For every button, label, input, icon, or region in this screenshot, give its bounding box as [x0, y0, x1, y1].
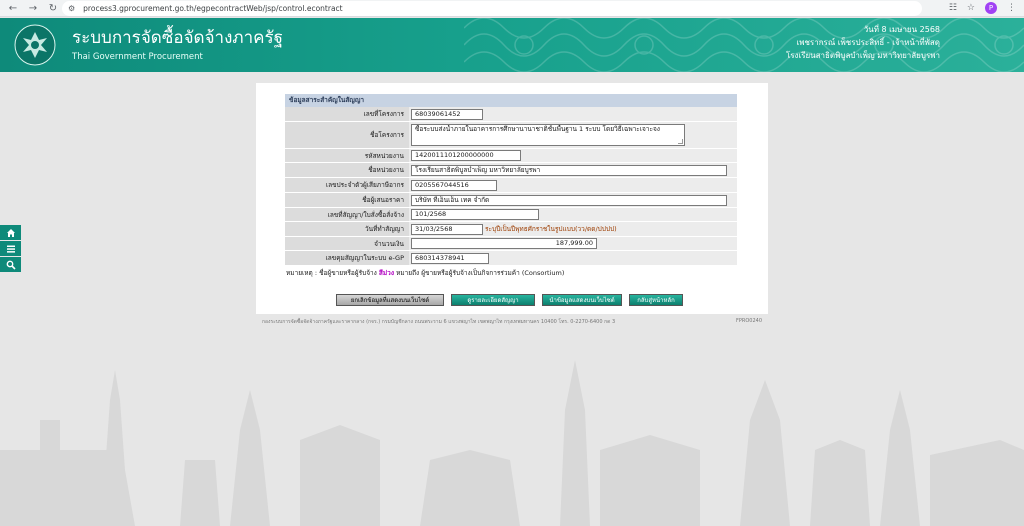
site-header: ระบบการจัดซื้อจัดจ้างภาครัฐ Thai Governm… [0, 18, 1024, 72]
browser-menu-icon[interactable]: ⋮ [1007, 3, 1016, 13]
row-amount: จำนวนเงิน 187,999.00 [285, 237, 737, 251]
remark-prefix: หมายเหตุ : ชื่อผู้ขายหรือผู้รับจ้าง [286, 269, 377, 277]
project-name-textarea[interactable]: ซื้อระบบส่งน้ำภายในอาคารการศึกษานานาชาติ… [411, 124, 685, 146]
home-button[interactable] [0, 225, 21, 240]
user-name-role: เพชรากรณ์ เพ็ชรประสิทธิ์ - เจ้าหน้าที่พั… [796, 38, 940, 47]
field-label: เลขคุมสัญญาในระบบ e-GP [285, 251, 409, 266]
agency-name-field[interactable]: โรงเรียนสาธิตพิบูลบำเพ็ญ มหาวิทยาลัยบูรพ… [411, 164, 727, 176]
row-tax-id: เลขประจำตัวผู้เสียภาษีอากร 0205567044516 [285, 178, 737, 193]
field-label: ชื่อโครงการ [285, 122, 409, 149]
row-agency-name: ชื่อหน่วยงาน โรงเรียนสาธิตพิบูลบำเพ็ญ มห… [285, 163, 737, 178]
publish-button[interactable]: นำข้อมูลแสดงบนเว็บไซต์ [542, 294, 622, 306]
row-contract-date: วันที่ทำสัญญา 31/03/2568 ระบุปีเป็นปีพุท… [285, 222, 737, 237]
side-toolbar [0, 225, 21, 273]
contract-panel: ข้อมูลสาระสำคัญในสัญญา เลขที่โครงการ 680… [256, 83, 768, 314]
forward-arrow-icon[interactable]: → [28, 3, 38, 14]
field-label: ชื่อผู้เสนอราคา [285, 193, 409, 208]
user-organization: โรงเรียนสาธิตพิบูลบำเพ็ญ มหาวิทยาลัยบูรพ… [785, 51, 940, 60]
browser-toolbar: ← → ↻ ⚙ process3.gprocurement.go.th/egpe… [0, 0, 1024, 17]
browser-actions: ☷ ☆ P ⋮ [949, 2, 1016, 14]
browser-nav: ← → ↻ [0, 3, 62, 14]
contract-date-field[interactable]: 31/03/2568 [411, 223, 483, 235]
egp-contract-number-field[interactable]: 680314378941 [411, 252, 489, 264]
row-contract-number: เลขที่สัญญา/ใบสั่งซื้อสั่งจ้าง 101/2568 [285, 208, 737, 222]
footer-address: กองระบบการจัดซื้อจัดจ้างภาครัฐและราคากลา… [262, 319, 616, 325]
field-label: วันที่ทำสัญญา [285, 222, 409, 237]
contract-info-form: ข้อมูลสาระสำคัญในสัญญา เลขที่โครงการ 680… [285, 94, 737, 266]
field-label: เลขประจำตัวผู้เสียภาษีอากร [285, 178, 409, 193]
translate-icon[interactable]: ☷ [949, 3, 957, 13]
row-project-name: ชื่อโครงการ ซื้อระบบส่งน้ำภายในอาคารการศ… [285, 122, 737, 149]
remark-highlight: สีม่วง [378, 269, 394, 277]
search-button[interactable] [0, 257, 21, 272]
field-label: เลขที่สัญญา/ใบสั่งซื้อสั่งจ้าง [285, 208, 409, 222]
agency-code-field[interactable]: 1420011101200000000 [411, 150, 521, 161]
bidder-name-field[interactable]: บริษัท ทีเอ็นเอ็น เทค จำกัด [411, 194, 727, 206]
action-buttons: ยกเลิกข้อมูลที่แสดงบนเว็บไซต์ ดูรายละเอี… [336, 294, 683, 306]
profile-avatar[interactable]: P [985, 2, 997, 14]
back-home-button[interactable]: กลับสู่หน้าหลัก [629, 294, 683, 306]
consortium-remark: หมายเหตุ : ชื่อผู้ขายหรือผู้รับจ้าง สีม่… [286, 268, 564, 278]
tax-id-field[interactable]: 0205567044516 [411, 179, 497, 191]
home-icon [6, 228, 15, 237]
remark-suffix: หมายถึง ผู้ขายหรือผู้รับจ้างเป็นกิจการร่… [396, 269, 565, 277]
field-label: เลขที่โครงการ [285, 107, 409, 122]
view-contract-button[interactable]: ดูรายละเอียดสัญญา [451, 294, 535, 306]
bookmark-star-icon[interactable]: ☆ [967, 3, 975, 13]
field-label: ชื่อหน่วยงาน [285, 163, 409, 178]
reload-icon[interactable]: ↻ [48, 3, 58, 14]
back-arrow-icon[interactable]: ← [8, 3, 18, 14]
search-icon [6, 260, 16, 270]
menu-icon [6, 245, 15, 253]
page-footer: กองระบบการจัดซื้อจัดจ้างภาครัฐและราคากลา… [262, 318, 762, 326]
cancel-publish-button[interactable]: ยกเลิกข้อมูลที่แสดงบนเว็บไซต์ [336, 294, 444, 306]
amount-field[interactable]: 187,999.00 [411, 238, 597, 249]
row-bidder-name: ชื่อผู้เสนอราคา บริษัท ทีเอ็นเอ็น เทค จำ… [285, 193, 737, 208]
header-pattern [464, 18, 1024, 72]
garuda-logo-icon [14, 24, 56, 66]
row-egp-contract-number: เลขคุมสัญญาในระบบ e-GP 680314378941 [285, 251, 737, 266]
url-text: process3.gprocurement.go.th/egpecontract… [83, 4, 343, 13]
site-title-english: Thai Government Procurement [72, 52, 203, 62]
field-label: จำนวนเงิน [285, 237, 409, 251]
row-project-number: เลขที่โครงการ 68039061452 [285, 107, 737, 122]
section-title: ข้อมูลสาระสำคัญในสัญญา [285, 94, 737, 107]
temple-skyline-background [0, 360, 1024, 526]
site-info-icon[interactable]: ⚙ [68, 4, 75, 13]
row-agency-code: รหัสหน่วยงาน 1420011101200000000 [285, 149, 737, 163]
page-code: FPRO0240 [735, 318, 762, 324]
user-info: วันที่ 8 เมษายน 2568 เพชรากรณ์ เพ็ชรประส… [786, 23, 940, 62]
address-bar[interactable]: ⚙ process3.gprocurement.go.th/egpecontra… [62, 1, 922, 16]
current-date: วันที่ 8 เมษายน 2568 [863, 25, 940, 34]
date-format-hint: ระบุปีเป็นปีพุทธศักราชในรูปแบบ(วว/ดด/ปปป… [485, 225, 617, 233]
contract-number-field[interactable]: 101/2568 [411, 209, 539, 220]
site-title-thai: ระบบการจัดซื้อจัดจ้างภาครัฐ [72, 28, 284, 48]
field-label: รหัสหน่วยงาน [285, 149, 409, 163]
menu-button[interactable] [0, 241, 21, 256]
project-number-field[interactable]: 68039061452 [411, 108, 483, 120]
